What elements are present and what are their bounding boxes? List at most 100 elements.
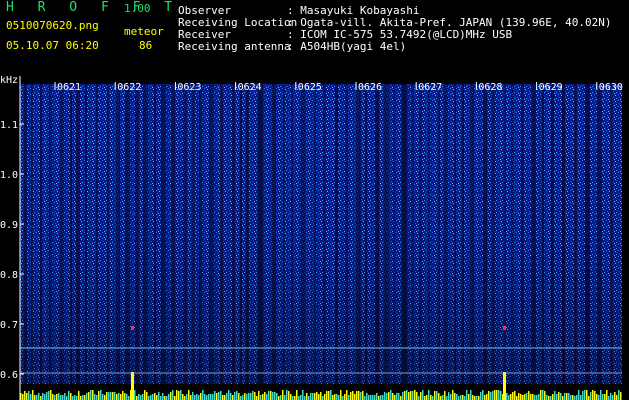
band-bar [554, 391, 556, 400]
band-bar [416, 392, 418, 400]
band-bar [496, 390, 498, 400]
band-bar [80, 396, 82, 400]
band-bar [248, 393, 250, 400]
band-bar [146, 392, 148, 400]
band-bar [344, 394, 346, 400]
band-bar [332, 395, 334, 400]
band-bar [614, 392, 616, 400]
band-bar [384, 392, 386, 400]
band-bar [310, 393, 312, 400]
band-bar [60, 395, 62, 400]
band-bar [362, 391, 364, 400]
band-bar [298, 396, 300, 400]
band-bar [242, 395, 244, 400]
band-bar [154, 393, 156, 400]
band-bar [308, 396, 310, 400]
band-bar [572, 395, 574, 400]
y-tick-label: 1.1 [0, 120, 18, 131]
band-bar [94, 394, 96, 400]
band-bar [168, 394, 170, 400]
band-bar [126, 394, 128, 400]
band-bar [546, 395, 548, 400]
band-bar [68, 391, 70, 400]
band-bar [196, 394, 198, 400]
band-bar [54, 395, 56, 400]
file-name: 0510070620.png [6, 19, 99, 32]
band-bar [400, 396, 402, 400]
band-bar [58, 393, 60, 400]
band-bar [288, 391, 290, 400]
band-bar [454, 393, 456, 400]
band-bar [304, 396, 306, 400]
band-bar [336, 394, 338, 400]
band-bar [186, 394, 188, 400]
band-bar [294, 396, 296, 400]
band-bar [178, 391, 180, 400]
band-bar [152, 394, 154, 400]
band-bar [222, 395, 224, 400]
band-bar [476, 396, 478, 400]
band-bar [56, 394, 58, 400]
band-bar [140, 395, 142, 400]
band-bar [616, 395, 618, 400]
y-tick-label: 1.0 [0, 170, 18, 181]
band-bar [218, 392, 220, 400]
band-bar [324, 394, 326, 400]
band-bar [302, 390, 304, 400]
band-bar [320, 392, 322, 400]
band-bar [158, 392, 160, 400]
band-bar [192, 392, 194, 400]
band-bar [422, 390, 424, 400]
band-bar [520, 394, 522, 400]
band-bar [558, 392, 560, 400]
band-bar [488, 391, 490, 400]
band-bar [220, 391, 222, 400]
band-bar [426, 395, 428, 400]
band-bar [432, 396, 434, 400]
band-bar [412, 391, 414, 400]
band-bar [138, 394, 140, 400]
band-bar [402, 392, 404, 400]
band-bar [74, 395, 76, 400]
band-bar [98, 391, 100, 400]
band-bar [32, 390, 34, 400]
band-bar [204, 394, 206, 400]
band-bar [46, 392, 48, 400]
band-bar [76, 396, 78, 400]
band-bar [278, 396, 280, 400]
band-bar [386, 393, 388, 400]
band-bar [486, 394, 488, 400]
band-bar [264, 392, 266, 400]
band-bar [566, 393, 568, 400]
band-bar [296, 390, 298, 400]
band-bar [172, 390, 174, 400]
band-bar [608, 396, 610, 400]
band-bar [300, 395, 302, 400]
band-bar [552, 394, 554, 400]
band-bar [170, 392, 172, 400]
band-bar [590, 392, 592, 400]
band-bar [330, 390, 332, 400]
band-bar [526, 393, 528, 400]
band-bar [446, 396, 448, 400]
band-bar [30, 394, 32, 400]
band-bar [354, 394, 356, 400]
band-bar [88, 392, 90, 400]
band-bar [398, 393, 400, 400]
band-bar [442, 395, 444, 400]
band-bar [120, 394, 122, 400]
band-bar [414, 390, 416, 400]
band-bar [490, 392, 492, 400]
band-bar [22, 394, 24, 400]
band-bar [434, 391, 436, 400]
time-tick-label: 0622 [117, 82, 141, 93]
band-bar [84, 395, 86, 400]
band-bar [274, 392, 276, 400]
band-bar [160, 396, 162, 400]
band-bar [234, 392, 236, 400]
band-bar [342, 396, 344, 400]
band-bar [556, 394, 558, 400]
band-bar [602, 394, 604, 400]
band-bar [582, 391, 584, 400]
band-bar [72, 396, 74, 400]
